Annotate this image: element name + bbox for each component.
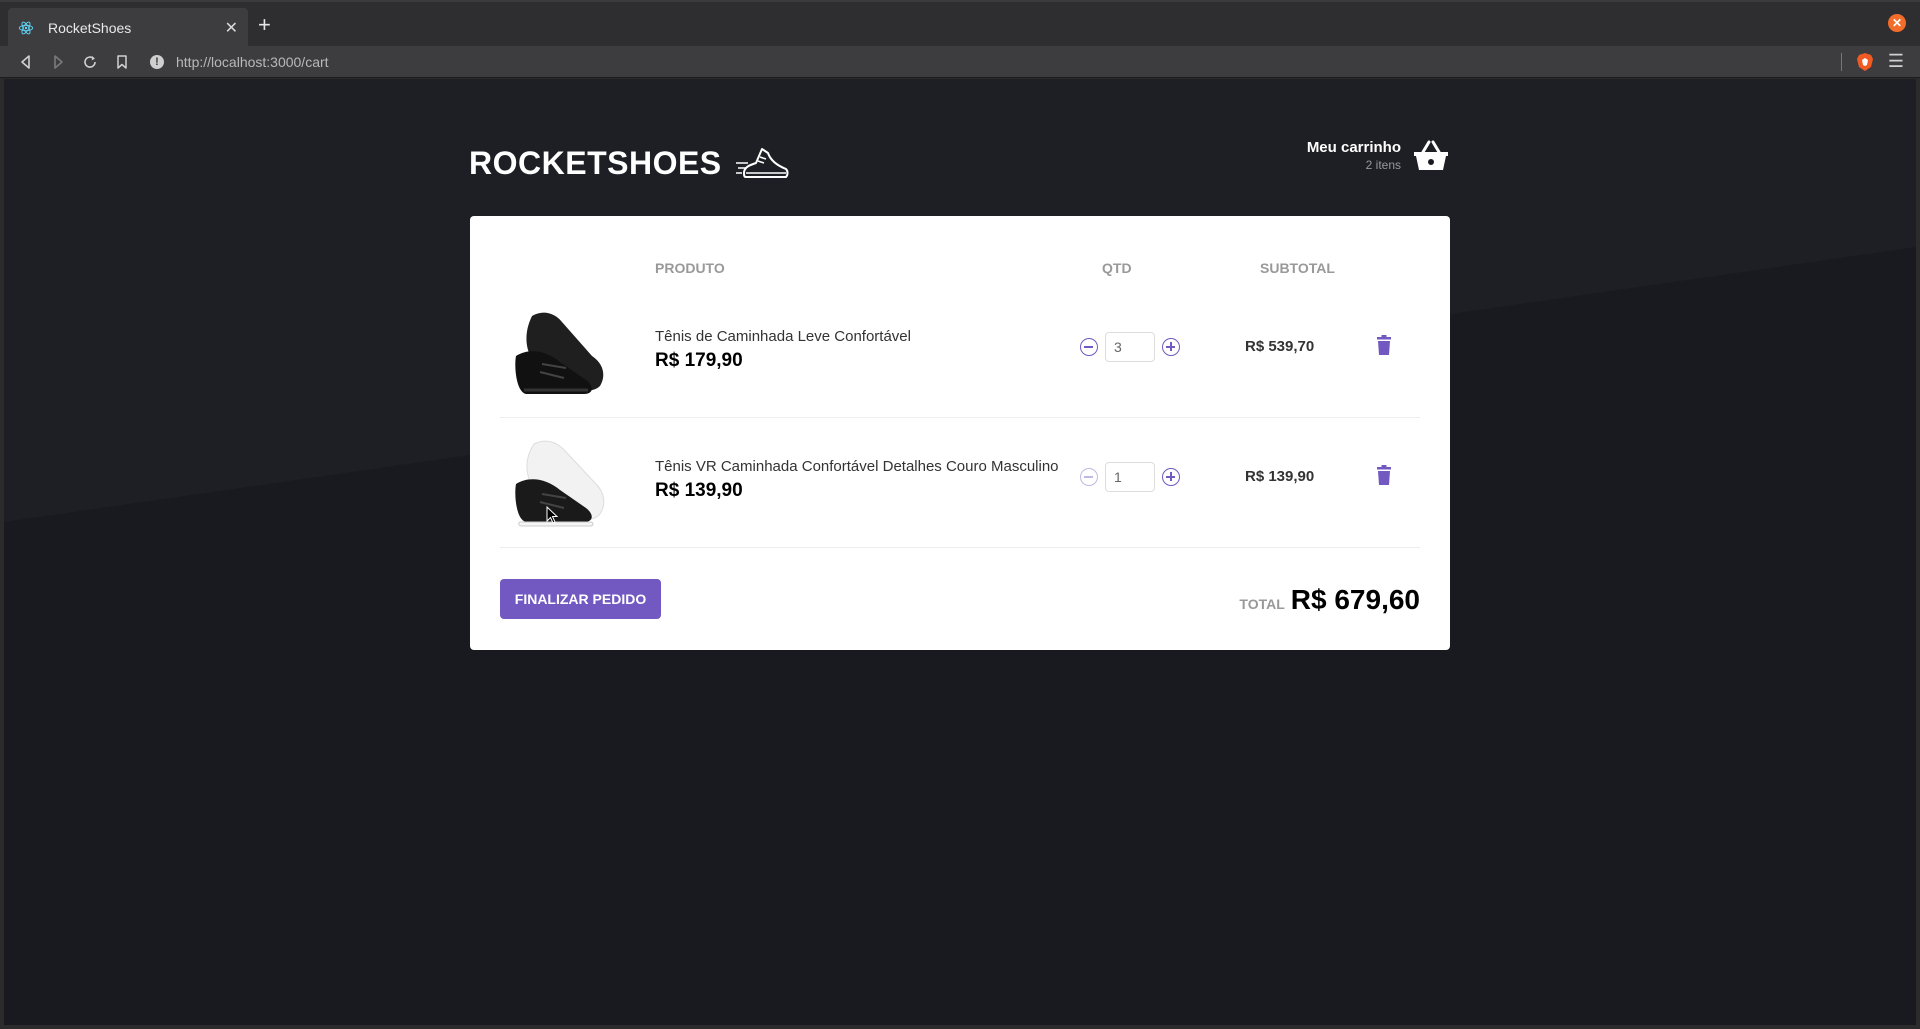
cart-link[interactable]: Meu carrinho 2 itens [1307, 139, 1449, 172]
back-icon[interactable] [10, 46, 42, 78]
quantity-stepper [1080, 332, 1180, 362]
reload-icon[interactable] [74, 46, 106, 78]
quantity-input[interactable] [1105, 462, 1155, 492]
shoe-icon [735, 148, 789, 178]
bookmark-icon[interactable] [106, 46, 138, 78]
product-image [515, 312, 604, 394]
menu-icon[interactable]: ☰ [1888, 51, 1904, 72]
product-price: R$ 139,90 [655, 480, 743, 501]
address-bar[interactable]: ! http://localhost:3000/cart [150, 46, 1841, 78]
new-tab-icon[interactable]: + [258, 12, 271, 38]
delete-icon[interactable] [1376, 335, 1392, 355]
logo-text: ROCKETSHOES [469, 144, 722, 181]
info-icon[interactable]: ! [150, 54, 164, 69]
decrement-icon[interactable] [1080, 338, 1098, 356]
basket-icon [1414, 140, 1448, 170]
browser-tabbar: RocketShoes ✕ + ✕ [0, 0, 1920, 48]
mouse-cursor-icon [546, 506, 558, 524]
product-price: R$ 179,90 [655, 350, 743, 371]
tab-title: RocketShoes [48, 20, 132, 36]
window-close-icon[interactable]: ✕ [1888, 14, 1906, 32]
table-row: Tênis VR Caminhada Confortável Detalhes … [500, 418, 1420, 548]
product-name: Tênis VR Caminhada Confortável Detalhes … [655, 458, 1059, 475]
row-subtotal: R$ 539,70 [1245, 338, 1315, 355]
header-product: PRODUTO [655, 260, 725, 276]
logo-link[interactable]: ROCKETSHOES [469, 123, 790, 203]
checkout-button[interactable]: FINALIZAR PEDIDO [500, 579, 661, 619]
cart-title: Meu carrinho [1306, 139, 1401, 156]
total: TOTAL R$ 679,60 [1239, 584, 1420, 616]
tab-close-icon[interactable]: ✕ [225, 18, 238, 38]
divider [1840, 52, 1842, 71]
increment-icon[interactable] [1162, 468, 1180, 486]
decrement-icon[interactable] [1080, 468, 1098, 486]
header: ROCKETSHOES Meu carrinho 2 itens [469, 123, 1449, 203]
header-subtotal: SUBTOTAL [1260, 260, 1335, 276]
brave-shield-icon[interactable] [1856, 52, 1874, 72]
quantity-input[interactable] [1105, 332, 1155, 362]
url-text: http://localhost:3000/cart [176, 53, 329, 70]
delete-icon[interactable] [1376, 465, 1392, 485]
table-row: Tênis de Caminhada Leve Confortável R$ 1… [500, 288, 1420, 418]
react-icon [18, 21, 34, 35]
browser-navbar: ! http://localhost:3000/cart ☰ [0, 46, 1920, 78]
product-image [515, 440, 605, 527]
row-subtotal: R$ 139,90 [1245, 468, 1315, 485]
cart-count: 2 itens [1365, 158, 1401, 172]
increment-icon[interactable] [1162, 338, 1180, 356]
total-label: TOTAL [1239, 596, 1285, 612]
product-name: Tênis de Caminhada Leve Confortável [655, 328, 911, 345]
header-qty: QTD [1102, 260, 1132, 276]
forward-icon[interactable] [42, 46, 74, 78]
quantity-stepper [1080, 462, 1180, 492]
browser-tab[interactable]: RocketShoes ✕ [8, 8, 248, 48]
total-value: R$ 679,60 [1290, 584, 1420, 615]
page: ROCKETSHOES Meu carrinho 2 itens PRODUTO… [4, 79, 1916, 1025]
cart-table: PRODUTO QTD SUBTOTAL Tênis de Caminhada … [470, 216, 1450, 650]
